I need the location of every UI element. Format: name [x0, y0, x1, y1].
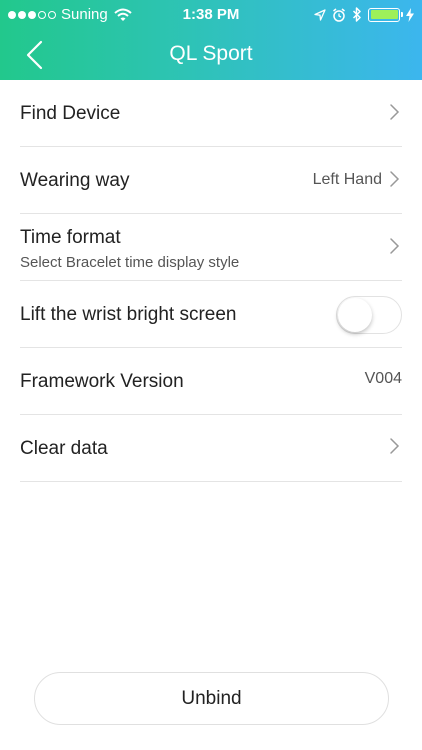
- clear-data-label: Clear data: [20, 438, 108, 459]
- unbind-button[interactable]: Unbind: [34, 672, 389, 725]
- battery-icon: [368, 7, 403, 22]
- chevron-right-icon: [390, 104, 400, 120]
- wearing-way-label: Wearing way: [20, 170, 130, 191]
- settings-list: Find Device Wearing way Left Hand Time f…: [0, 80, 422, 482]
- nav-bar: QL Sport: [0, 30, 422, 80]
- alarm-icon: [333, 7, 345, 22]
- time-format-label: Time format: [20, 227, 121, 248]
- bluetooth-icon: [352, 7, 361, 22]
- find-device-row[interactable]: Find Device: [20, 80, 402, 147]
- status-right: [314, 7, 414, 22]
- location-icon: [314, 8, 326, 21]
- framework-version-label: Framework Version: [20, 371, 184, 392]
- page-title: QL Sport: [169, 42, 253, 65]
- time-format-subtitle: Select Bracelet time display style: [20, 254, 240, 271]
- charging-icon: [406, 7, 414, 22]
- framework-version-value: V004: [364, 370, 402, 387]
- chevron-right-icon: [390, 238, 400, 254]
- chevron-right-icon: [390, 171, 400, 187]
- status-bar: Suning 1:38 PM: [0, 0, 422, 30]
- lift-wrist-row: Lift the wrist bright screen: [20, 281, 402, 348]
- wearing-way-value: Left Hand: [312, 171, 382, 188]
- lift-wrist-label: Lift the wrist bright screen: [20, 304, 237, 325]
- chevron-right-icon: [390, 438, 400, 454]
- clear-data-row[interactable]: Clear data: [20, 415, 402, 482]
- wearing-way-row[interactable]: Wearing way Left Hand: [20, 147, 402, 214]
- toggle-knob: [338, 298, 372, 332]
- framework-version-row: Framework Version V004: [20, 348, 402, 415]
- battery-tip: [401, 11, 403, 17]
- time-format-row[interactable]: Time format Select Bracelet time display…: [20, 214, 402, 281]
- find-device-label: Find Device: [20, 103, 121, 124]
- battery-level: [370, 10, 398, 19]
- lift-wrist-toggle[interactable]: [336, 296, 402, 334]
- header: Suning 1:38 PM QL Sport: [0, 0, 422, 80]
